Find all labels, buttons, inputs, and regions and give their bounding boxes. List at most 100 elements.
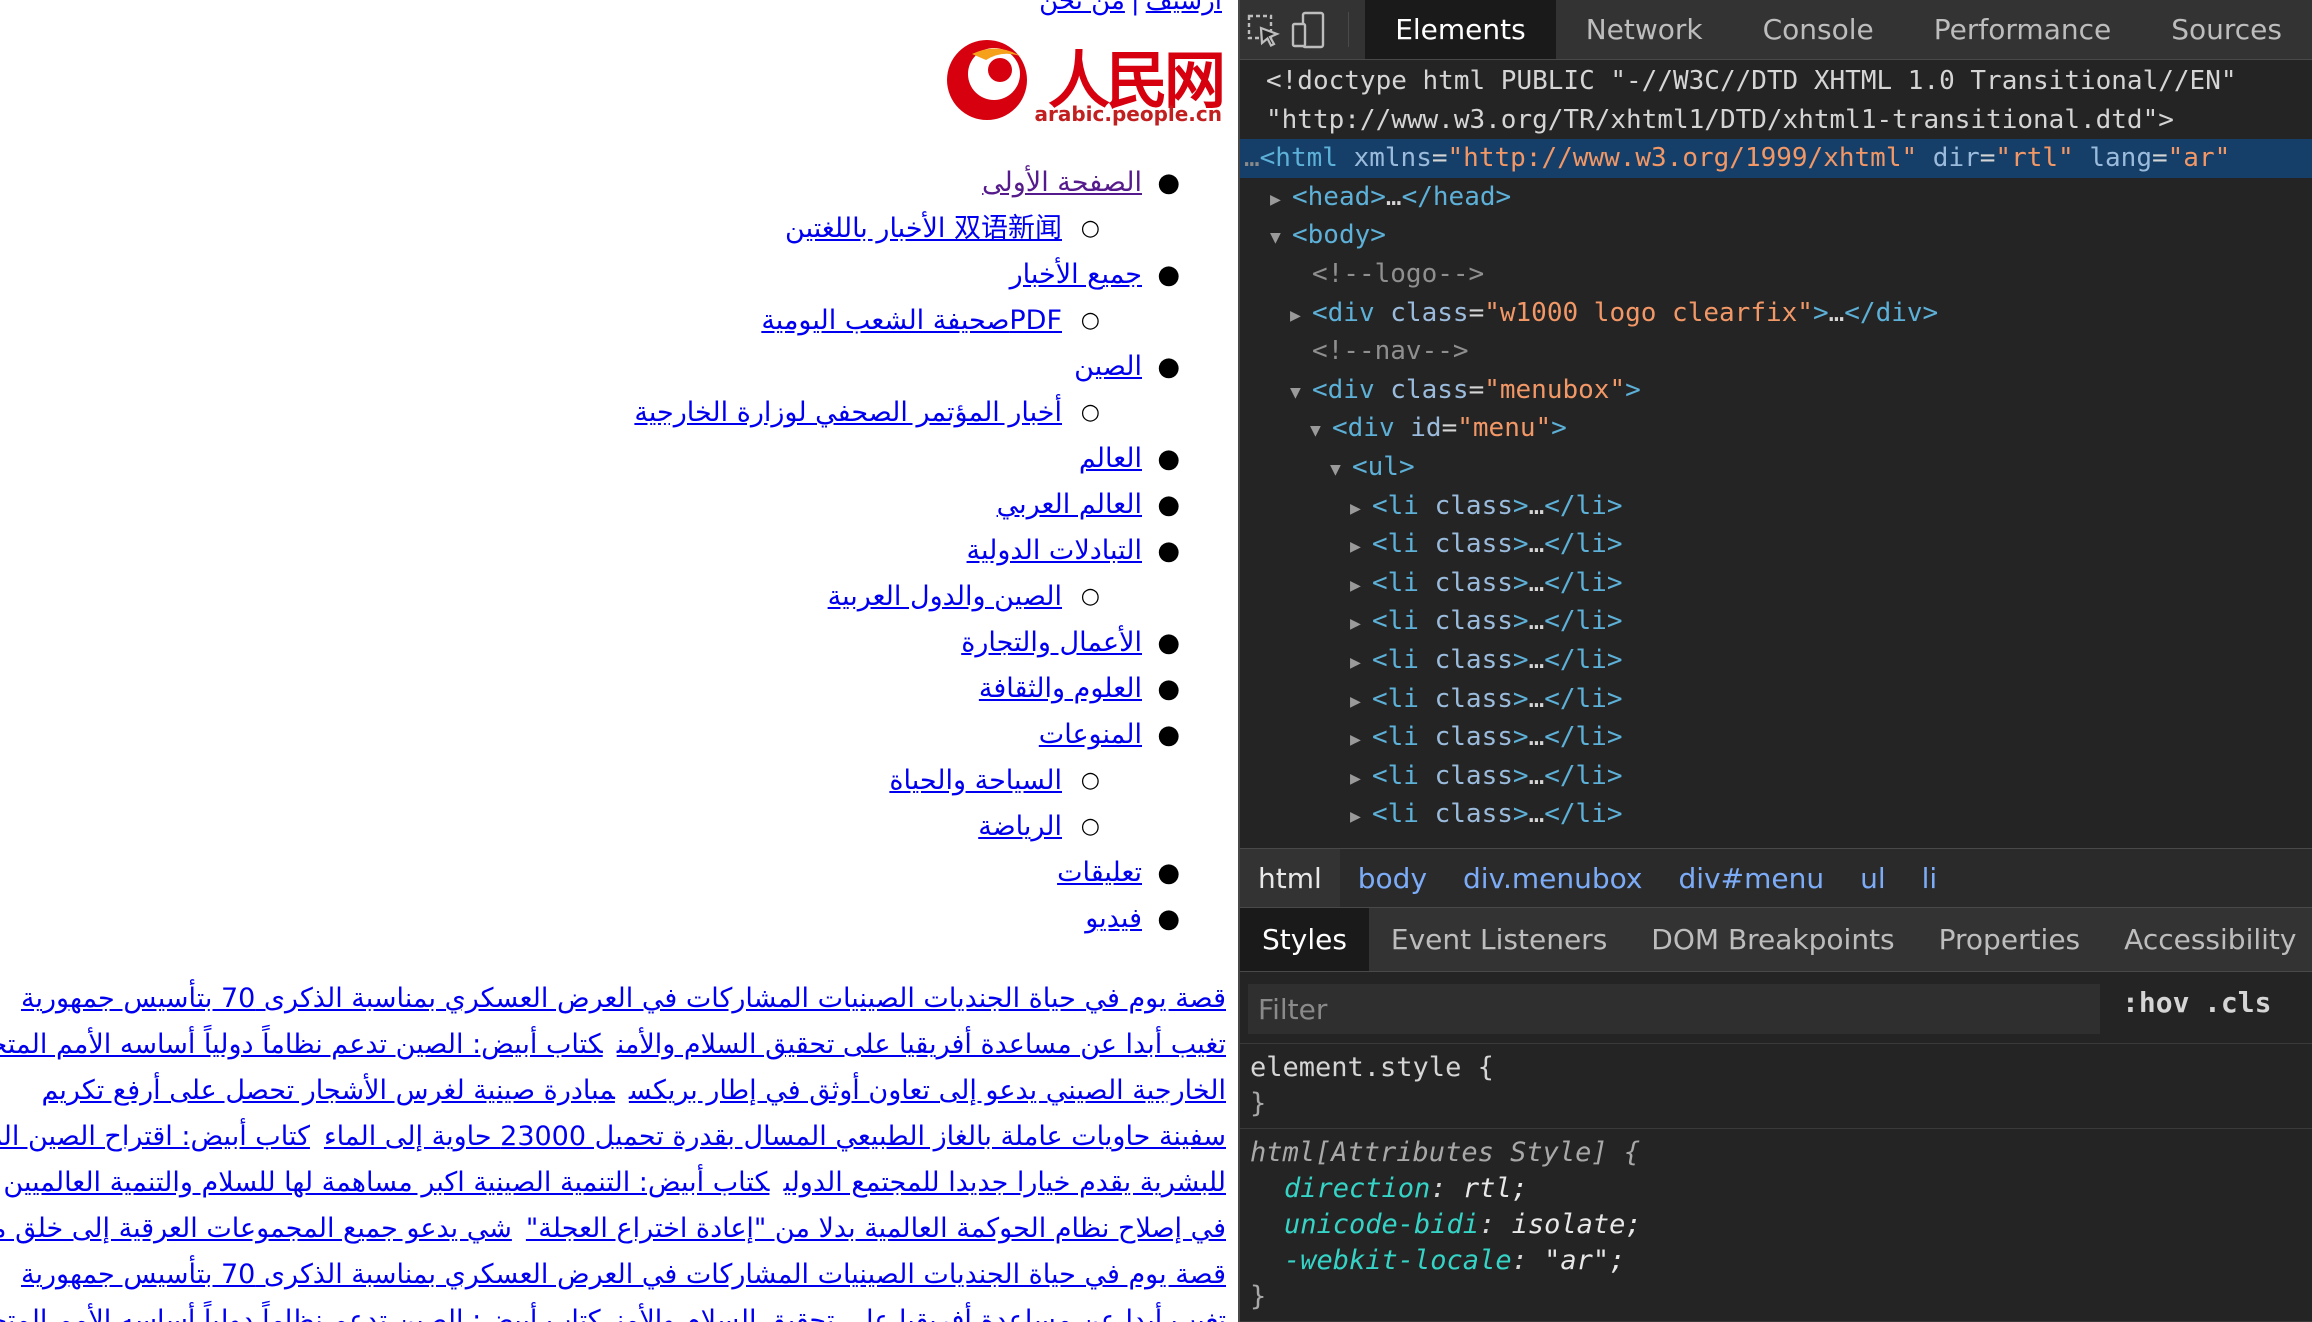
tab-accessibility[interactable]: Accessibility	[2102, 908, 2312, 971]
attributes-style-rule[interactable]: html[Attributes Style] { direction: rtl;…	[1240, 1129, 2312, 1322]
expand-triangle-icon[interactable]: ▶	[1350, 567, 1372, 606]
expand-triangle-icon[interactable]: ▶	[1350, 721, 1372, 760]
tab-sources[interactable]: Sources	[2141, 0, 2312, 59]
class-toggle[interactable]: .cls	[2204, 986, 2271, 1019]
expand-triangle-icon[interactable]: ▶	[1350, 760, 1372, 799]
menu-link[interactable]: المنوعات	[1039, 712, 1142, 758]
dom-logo-div-line[interactable]: ▶ <div class="w1000 logo clearfix">…</div…	[1240, 294, 2312, 333]
headline-link[interactable]: كتاب أبيض: الصين تدعم نظاماً دولياً أساس…	[0, 1305, 603, 1322]
headline-row: تغيب أبدا عن مساعدة أفريقيا على تحقيق ال…	[0, 1298, 1226, 1322]
dom-ul-line[interactable]: ▼ <ul>	[1240, 448, 2312, 487]
menu-link[interactable]: التبادلات الدولية	[967, 528, 1142, 574]
menu-link[interactable]: أخبار المؤتمر الصحفي لوزارة الخارجية	[634, 390, 1062, 436]
tab-dom-breakpoints[interactable]: DOM Breakpoints	[1629, 908, 1916, 971]
dom-body-line[interactable]: ▼ <body>	[1240, 216, 2312, 255]
menu-link[interactable]: الصفحة الأولى	[982, 160, 1142, 206]
menu-link[interactable]: الرياضة	[978, 804, 1062, 850]
more-actions-icon[interactable]: …	[1244, 143, 1260, 173]
dom-li-line[interactable]: ▶ <li class>…</li>	[1240, 602, 2312, 641]
breadcrumb-html[interactable]: html	[1240, 849, 1340, 907]
menu-link[interactable]: الأعمال والتجارة	[961, 620, 1142, 666]
about-us-link[interactable]: من نحن	[1039, 0, 1125, 16]
dom-li-line[interactable]: ▶ <li class>…</li>	[1240, 487, 2312, 526]
collapse-triangle-icon[interactable]: ▼	[1310, 412, 1332, 451]
headline-link[interactable]: تغيب أبدا عن مساعدة أفريقيا على تحقيق ال…	[617, 1305, 1226, 1322]
menu-link[interactable]: PDFصحيفة الشعب اليومية	[761, 298, 1062, 344]
breadcrumb-li[interactable]: li	[1904, 849, 1956, 907]
dom-comment-logo-line[interactable]: <!--logo-->	[1240, 255, 2312, 294]
menu-link[interactable]: العالم	[1079, 436, 1142, 482]
expand-triangle-icon[interactable]: ▶	[1350, 644, 1372, 683]
styles-filter-input[interactable]	[1248, 984, 2100, 1034]
expand-triangle-icon[interactable]: ▶	[1350, 798, 1372, 837]
css-property-unicode-bidi[interactable]: unicode-bidi: isolate;	[1250, 1207, 2302, 1243]
css-property-webkit-locale[interactable]: -webkit-locale: "ar";	[1250, 1243, 2302, 1279]
menu-link[interactable]: العلوم والثقافة	[979, 666, 1142, 712]
element-style-rule[interactable]: element.style { }	[1240, 1044, 2312, 1129]
headline-link[interactable]: قصة يوم في حياة الجنديات الصينيات المشار…	[21, 1259, 1226, 1290]
prop-value: "ar";	[1544, 1245, 1626, 1276]
head-close-tag: </head>	[1401, 181, 1512, 212]
dom-li-line[interactable]: ▶ <li class>…</li>	[1240, 795, 2312, 834]
tab-event-listeners[interactable]: Event Listeners	[1369, 908, 1629, 971]
expand-triangle-icon[interactable]: ▶	[1350, 683, 1372, 722]
dom-li-line[interactable]: ▶ <li class>…</li>	[1240, 641, 2312, 680]
collapse-triangle-icon[interactable]: ▼	[1290, 374, 1312, 413]
dom-li-line[interactable]: ▶ <li class>…</li>	[1240, 718, 2312, 757]
dom-menu-div-line[interactable]: ▼ <div id="menu">	[1240, 409, 2312, 448]
tab-properties[interactable]: Properties	[1917, 908, 2103, 971]
dom-li-line[interactable]: ▶ <li class>…</li>	[1240, 525, 2312, 564]
headline-link[interactable]: كتاب أبيض: اقتراح الصين المجتمع	[0, 1121, 310, 1152]
dom-comment-nav-line[interactable]: <!--nav-->	[1240, 332, 2312, 371]
headline-link[interactable]: سفينة حاويات عاملة بالغاز الطبيعي المسال…	[324, 1121, 1226, 1152]
headline-link[interactable]: مبادرة صينية لغرس الأشجار تحصل على أرفع …	[41, 1075, 614, 1106]
menu-link[interactable]: تعليقات	[1057, 850, 1142, 896]
breadcrumb-div-menu[interactable]: div#menu	[1661, 849, 1843, 907]
headline-link[interactable]: كتاب أبيض: التنمية الصينية اكبر مساهمة ل…	[3, 1167, 769, 1198]
menu-link[interactable]: جميع الأخبار	[1010, 252, 1142, 298]
circle-bullet-icon: ○	[1080, 584, 1100, 609]
inspect-element-icon[interactable]	[1240, 0, 1286, 59]
collapse-triangle-icon[interactable]: ▼	[1270, 219, 1292, 258]
menu-link[interactable]: الصين والدول العربية	[828, 574, 1062, 620]
dom-doctype-line-2[interactable]: "http://www.w3.org/TR/xhtml1/DTD/xhtml1-…	[1240, 101, 2312, 140]
menu-link[interactable]: السياحة والحياة	[889, 758, 1062, 804]
tab-styles[interactable]: Styles	[1240, 908, 1369, 971]
headline-link[interactable]: للبشرية يقدم خيارا جديدا للمجتمع الدولي	[783, 1167, 1226, 1198]
headline-link[interactable]: الخارجية الصيني يدعو إلى تعاون أوثق في إ…	[629, 1075, 1226, 1106]
css-property-direction[interactable]: direction: rtl;	[1250, 1171, 2302, 1207]
dom-head-line[interactable]: ▶ <head>…</head>	[1240, 178, 2312, 217]
expand-triangle-icon[interactable]: ▶	[1290, 297, 1312, 336]
breadcrumb-ul[interactable]: ul	[1842, 849, 1904, 907]
headline-link[interactable]: كتاب أبيض: الصين تدعم نظاماً دولياً أساس…	[0, 1029, 603, 1060]
expand-triangle-icon[interactable]: ▶	[1270, 181, 1292, 220]
hover-state-toggle[interactable]: :hov	[2122, 986, 2189, 1019]
menu-link[interactable]: الصين	[1074, 344, 1142, 390]
site-logo[interactable]: 人民网 arabic.people.cn	[947, 30, 1226, 126]
headline-link[interactable]: قصة يوم في حياة الجنديات الصينيات المشار…	[21, 983, 1226, 1014]
headline-link[interactable]: تغيب أبدا عن مساعدة أفريقيا على تحقيق ال…	[617, 1029, 1226, 1060]
archive-link[interactable]: أرشيف	[1146, 0, 1222, 16]
dom-doctype-line[interactable]: <!doctype html PUBLIC "-//W3C//DTD XHTML…	[1240, 62, 2312, 101]
breadcrumb-body[interactable]: body	[1340, 849, 1445, 907]
menu-link[interactable]: فيديو	[1085, 896, 1142, 942]
tab-performance[interactable]: Performance	[1904, 0, 2141, 59]
menu-link[interactable]: العالم العربي	[997, 482, 1142, 528]
expand-triangle-icon[interactable]: ▶	[1350, 490, 1372, 529]
headline-link[interactable]: في إصلاح نظام الحوكمة العالمية بدلا من "…	[526, 1213, 1226, 1244]
dom-li-line[interactable]: ▶ <li class>…</li>	[1240, 757, 2312, 796]
dom-menubox-line[interactable]: ▼ <div class="menubox">	[1240, 371, 2312, 410]
dom-li-line[interactable]: ▶ <li class>…</li>	[1240, 564, 2312, 603]
tab-elements[interactable]: Elements	[1365, 0, 1556, 59]
dom-li-line[interactable]: ▶ <li class>…</li>	[1240, 680, 2312, 719]
expand-triangle-icon[interactable]: ▶	[1350, 528, 1372, 567]
tab-console[interactable]: Console	[1733, 0, 1904, 59]
tab-network[interactable]: Network	[1556, 0, 1733, 59]
collapse-triangle-icon[interactable]: ▼	[1330, 451, 1352, 490]
menu-link[interactable]: 双语新闻 الأخبار باللغتين	[785, 206, 1062, 252]
expand-triangle-icon[interactable]: ▶	[1350, 605, 1372, 644]
dom-html-line[interactable]: …<html xmlns="http://www.w3.org/1999/xht…	[1240, 139, 2312, 178]
headline-link[interactable]: شي يدعو جميع المجموعات العرقية إلى خلق م…	[0, 1213, 512, 1244]
breadcrumb-div-menubox[interactable]: div.menubox	[1445, 849, 1660, 907]
device-toolbar-icon[interactable]	[1286, 0, 1332, 59]
